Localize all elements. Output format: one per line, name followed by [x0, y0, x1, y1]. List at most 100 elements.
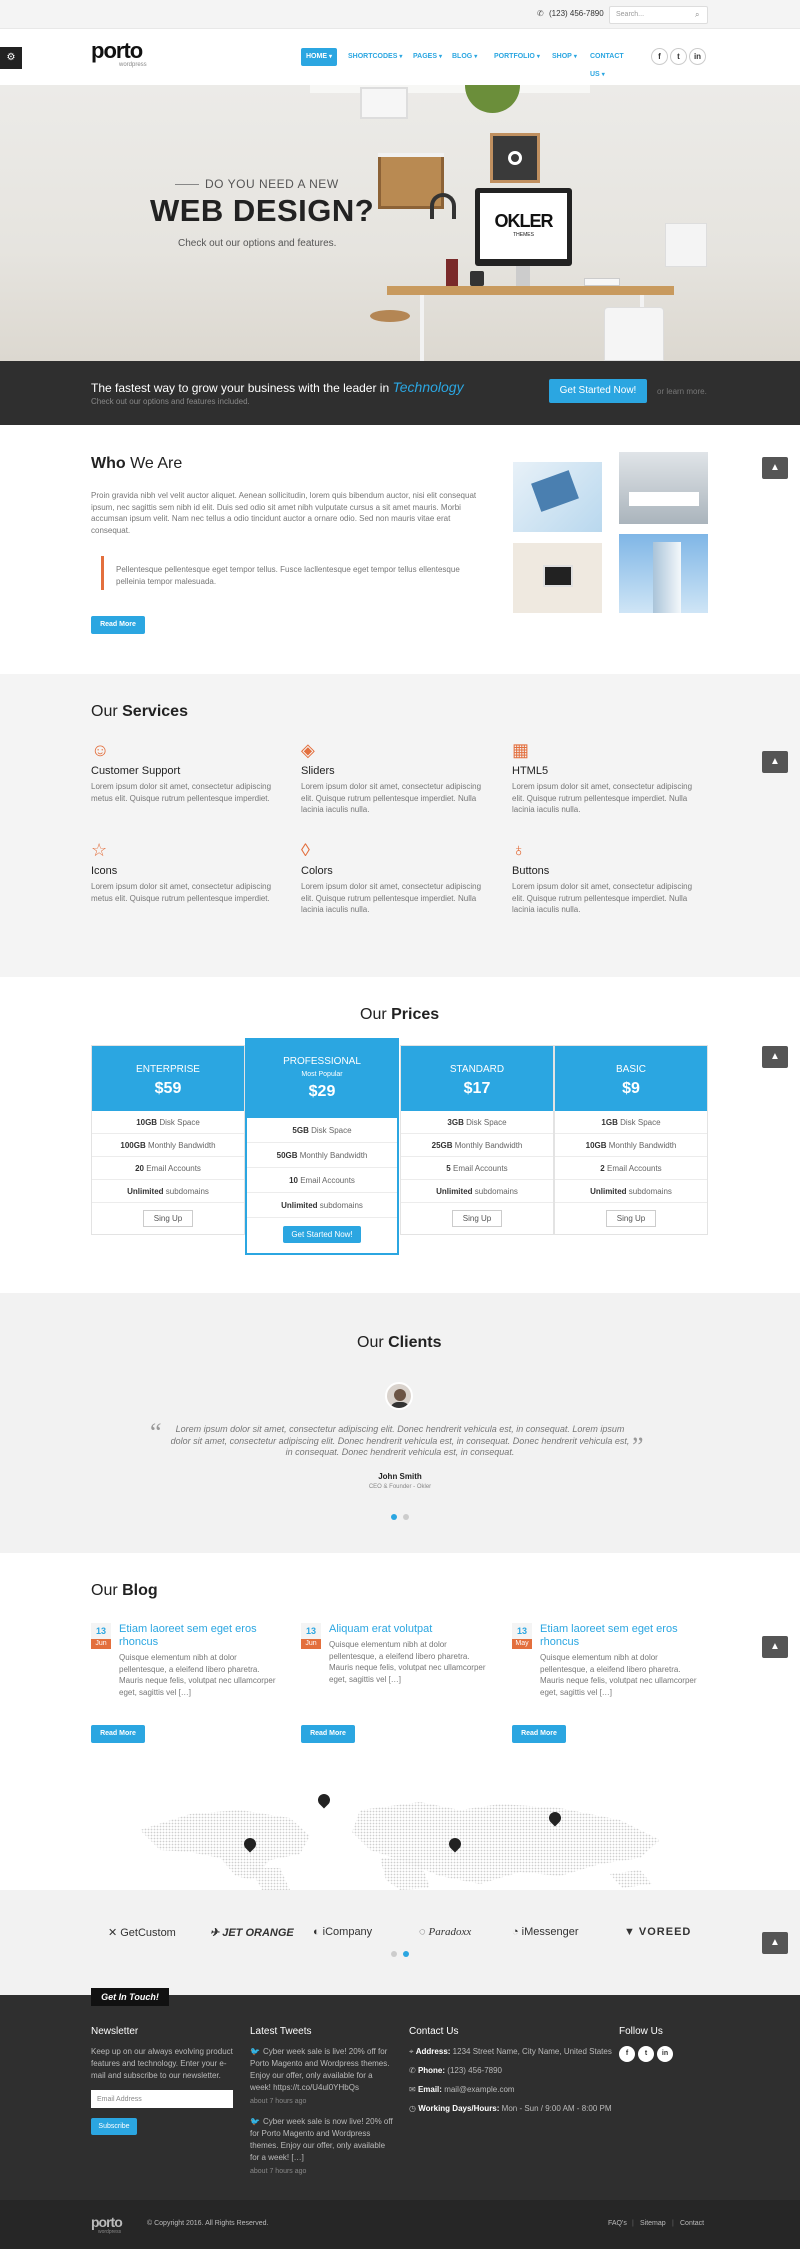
email-value[interactable]: mail@example.com: [444, 2085, 514, 2094]
clock-icon: ◷: [409, 2104, 416, 2113]
post-read-more-button[interactable]: Read More: [91, 1725, 145, 1743]
plan-tag: Most Popular: [301, 1071, 343, 1078]
newsletter-text: Keep up on our always evolving product f…: [91, 2047, 233, 2080]
nav-item[interactable]: SHOP ▾: [547, 48, 577, 66]
client-logo[interactable]: ◌ Paradoxx: [419, 1926, 471, 1938]
chevron-down-icon: ▾: [329, 54, 333, 60]
logo[interactable]: porto wordpress: [91, 40, 147, 69]
feature-value: 25GB: [431, 1141, 453, 1150]
scroll-top-button[interactable]: ▲: [762, 1636, 788, 1658]
slider-dot[interactable]: [403, 1514, 409, 1520]
scroll-top-button[interactable]: ▲: [762, 1932, 788, 1954]
nav-item[interactable]: SHORTCODES ▾: [343, 48, 402, 66]
learn-more-link[interactable]: or learn more.: [657, 387, 707, 396]
subscribe-button[interactable]: Subscribe: [91, 2118, 137, 2135]
scroll-top-button[interactable]: ▲: [762, 457, 788, 479]
blog-post: 13 May Etiam laoreet sem eget eros rhoncus…: [512, 1623, 702, 1743]
search-box[interactable]: Search... ⌕: [609, 6, 708, 24]
contact-title: Contact Us: [409, 2026, 459, 2037]
feature-value: 10GB: [585, 1141, 607, 1150]
service-item: ☺ Customer Support Lorem ipsum dolor sit a…: [91, 740, 281, 804]
plan-feature: 10GB Disk Space: [92, 1111, 244, 1134]
plan-cta-button[interactable]: Get Started Now!: [283, 1226, 361, 1243]
about-read-more-button[interactable]: Read More: [91, 616, 145, 634]
client-logo-name: JET ORANGE: [222, 1927, 294, 1939]
about-title: Who We Are: [91, 455, 182, 473]
calendar: [665, 223, 707, 267]
footer-link[interactable]: Contact: [680, 2220, 704, 2227]
post-title[interactable]: Etiam laoreet sem eget eros rhoncus: [119, 1623, 281, 1649]
mug: [470, 271, 484, 286]
copyright: © Copyright 2016. All Rights Reserved.: [147, 2220, 269, 2227]
plan-feature: 3GB Disk Space: [401, 1111, 553, 1134]
logo-dot[interactable]: [391, 1951, 397, 1957]
prices-title: Our Prices: [360, 1006, 439, 1024]
post-read-more-button[interactable]: Read More: [301, 1725, 355, 1743]
search-icon[interactable]: ⌕: [695, 10, 699, 20]
plan-signup-button[interactable]: Sing Up: [142, 1210, 194, 1227]
plan-signup-button[interactable]: Sing Up: [605, 1210, 657, 1227]
pricing-plan: PROFESSIONAL Most Popular $29 5GB Disk Spac…: [245, 1038, 399, 1255]
nav-item[interactable]: PAGES ▾: [408, 48, 442, 66]
monitor: OKLER THEMES: [475, 188, 572, 266]
stool: [370, 310, 410, 322]
blog-title-rest: Our: [91, 1582, 118, 1599]
client-role: CEO & Founder - Okler: [368, 1484, 432, 1490]
get-started-button[interactable]: Get Started Now!: [549, 379, 647, 403]
post-title[interactable]: Etiam laoreet sem eget eros rhoncus: [540, 1623, 702, 1649]
logo-dot-active[interactable]: [403, 1951, 409, 1957]
plan-signup-button[interactable]: Sing Up: [451, 1210, 503, 1227]
client-logo[interactable]: ✕ GetCustom: [108, 1926, 176, 1939]
nav-item[interactable]: CONTACT US ▾: [585, 48, 635, 78]
twitter-icon[interactable]: t: [638, 2046, 654, 2062]
hours-value: Mon - Sun / 9:00 AM - 8:00 PM: [501, 2104, 612, 2113]
nav-item[interactable]: PORTFOLIO ▾: [489, 48, 540, 66]
footer-link[interactable]: Sitemap: [640, 2220, 666, 2227]
client-logo[interactable]: ◐ iCompany: [313, 1926, 372, 1938]
service-title: Colors: [301, 865, 333, 877]
chevron-down-icon: ▾: [536, 54, 540, 60]
x-logo-icon: ✕: [108, 1927, 118, 1939]
feature-label: Monthly Bandwidth: [454, 1141, 523, 1150]
about-image-1: [513, 462, 602, 532]
footer-link-divider: |: [672, 2220, 674, 2227]
plan-feature: 20 Email Accounts: [92, 1157, 244, 1180]
twitter-icon[interactable]: t: [670, 48, 687, 65]
newsletter-email-input[interactable]: Email Address: [91, 2090, 233, 2108]
post-title[interactable]: Aliquam erat volutpat: [329, 1623, 491, 1636]
screen-sub: THEMES: [513, 232, 534, 238]
client-logo-name: VOREED: [638, 1926, 692, 1938]
tweet-time: about 7 hours ago: [250, 2098, 307, 2105]
star-icon: ☆: [91, 840, 108, 860]
footer-logo[interactable]: porto: [91, 2214, 123, 2230]
plan-feature: 1GB Disk Space: [555, 1111, 707, 1134]
service-text: Lorem ipsum dolor sit amet, consectetur …: [512, 882, 693, 914]
post-excerpt: Quisque elementum nibh at dolor pellente…: [329, 1640, 486, 1684]
nav-item[interactable]: BLOG ▾: [447, 48, 481, 66]
scroll-top-button[interactable]: ▲: [762, 1046, 788, 1068]
search-input[interactable]: Search...: [616, 11, 644, 18]
feature-label: Disk Space: [466, 1118, 507, 1127]
client-logo[interactable]: ✈ JET ORANGE: [210, 1926, 294, 1939]
feature-label: Disk Space: [159, 1118, 200, 1127]
service-text: Lorem ipsum dolor sit amet, consectetur …: [301, 882, 482, 914]
plan-price: $17: [463, 1080, 491, 1097]
pricing-plan: BASIC $9 1GB Disk Space 10GB Monthly Bandwi…: [554, 1045, 708, 1235]
facebook-icon[interactable]: f: [619, 2046, 635, 2062]
scroll-top-button[interactable]: ▲: [762, 751, 788, 773]
linkedin-icon[interactable]: in: [657, 2046, 673, 2062]
client-logo[interactable]: ▼ VOREED: [624, 1926, 691, 1938]
linkedin-icon[interactable]: in: [689, 48, 706, 65]
post-read-more-button[interactable]: Read More: [512, 1725, 566, 1743]
feature-value: 5: [446, 1164, 451, 1173]
cta-headline: The fastest way to grow your business wi…: [91, 379, 464, 395]
jet-logo-icon: ✈: [210, 1927, 220, 1939]
slider-dot-active[interactable]: [391, 1514, 397, 1520]
footer-link[interactable]: FAQ's: [608, 2220, 627, 2227]
quote-close-icon: ”: [632, 1432, 644, 1461]
feature-label: subdomains: [474, 1187, 518, 1196]
facebook-icon[interactable]: f: [651, 48, 668, 65]
client-logo[interactable]: ◔ iMessenger: [512, 1926, 579, 1938]
settings-gear-icon[interactable]: ⚙: [0, 47, 22, 69]
nav-item[interactable]: HOME ▾: [301, 48, 337, 66]
